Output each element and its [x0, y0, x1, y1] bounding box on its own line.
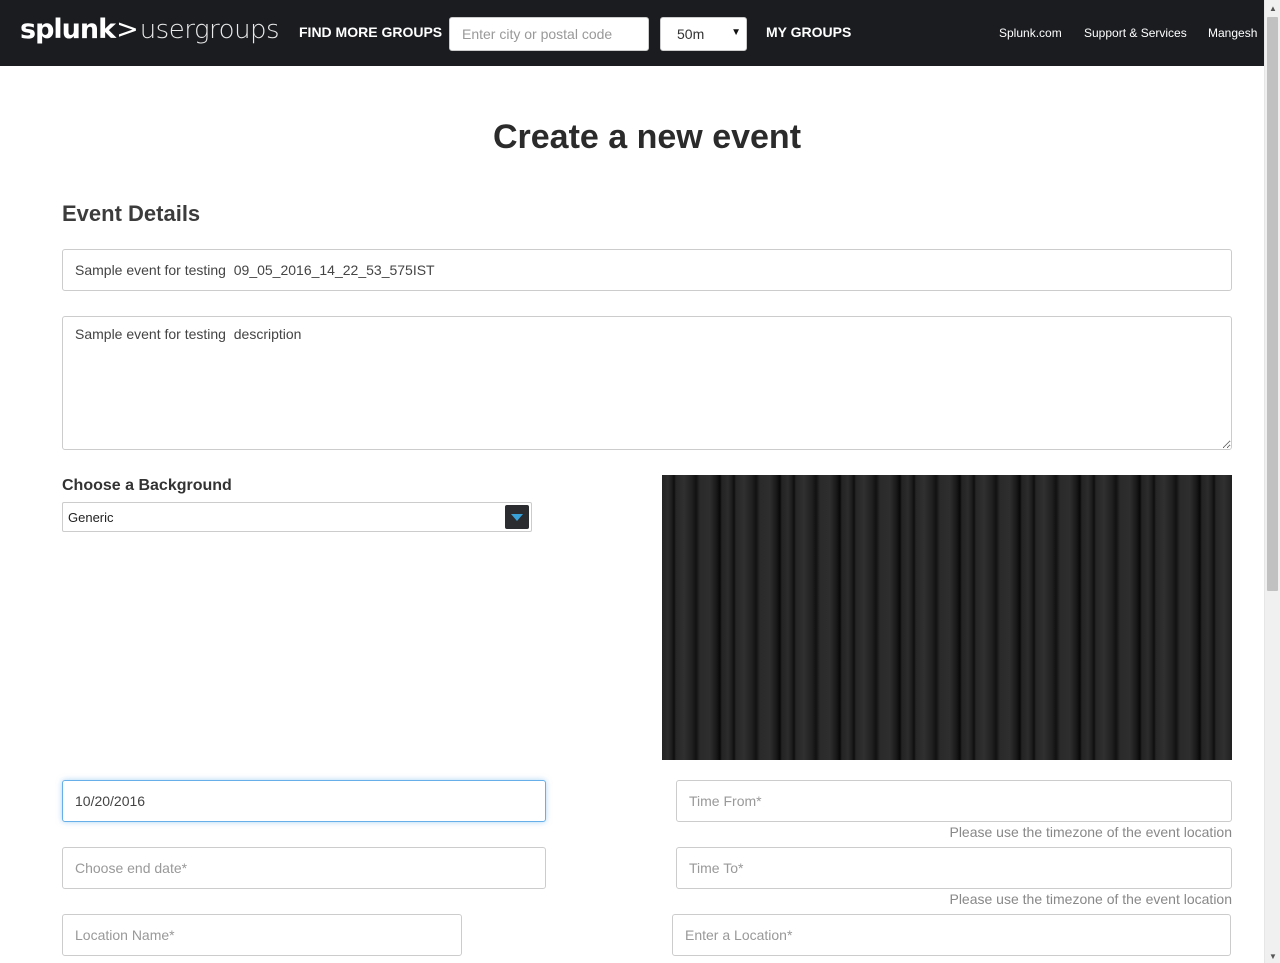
radius-value: 50m [677, 26, 705, 42]
section-title-event-details: Event Details [62, 201, 201, 226]
end-date-input[interactable] [62, 847, 546, 889]
background-select[interactable]: Generic [62, 502, 532, 532]
caret-down-icon: ▼ [731, 27, 741, 38]
splunk-com-link[interactable]: Splunk.com [999, 26, 1062, 40]
background-label: Choose a Background [62, 477, 232, 494]
find-more-groups-link[interactable]: FIND MORE GROUPS [299, 24, 442, 40]
background-selected-value: Generic [68, 510, 114, 525]
event-title-input[interactable] [62, 249, 1232, 291]
start-date-input[interactable] [62, 780, 546, 822]
location-search-input[interactable] [449, 17, 649, 51]
caret-down-icon[interactable] [505, 505, 529, 529]
logo-text-sub: usergroups [139, 15, 280, 45]
logo-chevron: > [116, 14, 139, 45]
scroll-up-icon[interactable]: ▲ [1269, 4, 1277, 13]
time-from-input[interactable] [676, 780, 1232, 822]
page-title: Create a new event [492, 118, 802, 156]
scroll-down-icon[interactable]: ▼ [1269, 952, 1277, 961]
radius-select[interactable]: 50m ▼ [660, 17, 747, 51]
location-name-input[interactable] [62, 914, 462, 956]
time-to-input[interactable] [676, 847, 1232, 889]
scrollbar-thumb[interactable] [1267, 17, 1278, 591]
splunk-usergroups-logo[interactable]: splunk > usergroups [20, 14, 280, 48]
my-groups-link[interactable]: MY GROUPS [766, 24, 851, 40]
location-input[interactable] [672, 914, 1231, 956]
logo-text-main: splunk [20, 14, 116, 45]
top-navbar: splunk > usergroups FIND MORE GROUPS 50m… [0, 0, 1264, 66]
user-menu-link[interactable]: Mangesh [1208, 26, 1257, 40]
background-preview-image [662, 475, 1232, 760]
timezone-note: Please use the timezone of the event loc… [949, 824, 1232, 840]
event-description-textarea[interactable]: Sample event for testing description [62, 316, 1232, 450]
timezone-note: Please use the timezone of the event loc… [949, 891, 1232, 907]
support-services-link[interactable]: Support & Services [1084, 26, 1187, 40]
